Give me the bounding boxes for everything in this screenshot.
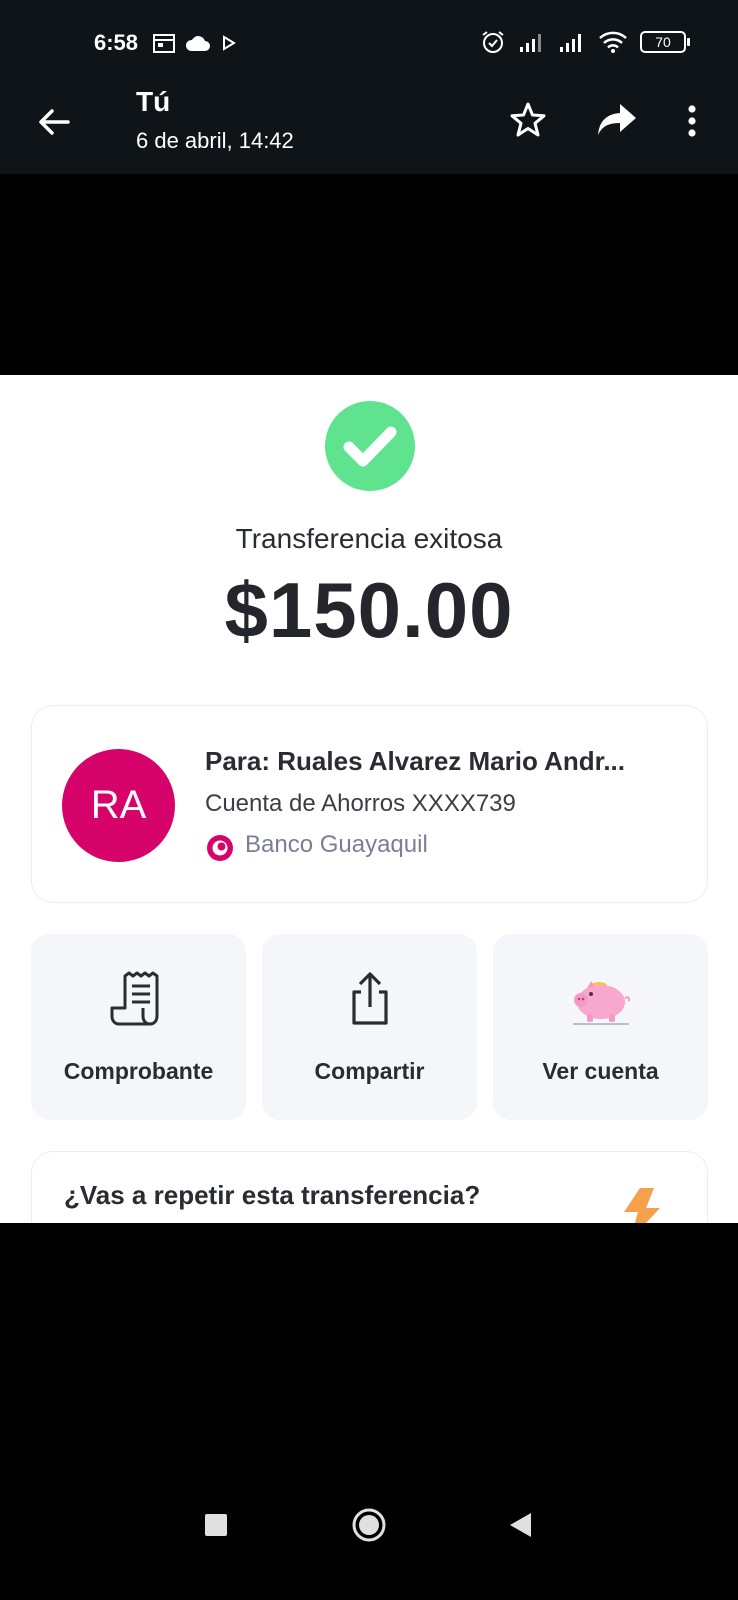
repeat-transfer-prompt: ¿Vas a repetir esta transferencia? bbox=[64, 1180, 481, 1210]
receipt-button-label: Comprobante bbox=[63, 1058, 214, 1084]
avatar: RA bbox=[62, 749, 175, 862]
image-letterbox-top bbox=[0, 174, 738, 375]
battery-icon: 70 bbox=[640, 31, 690, 53]
cloud-icon bbox=[185, 36, 210, 51]
app-bar: Tú 6 de abril, 14:42 bbox=[0, 86, 738, 174]
wifi-icon bbox=[599, 31, 627, 53]
page-subtitle: 6 de abril, 14:42 bbox=[136, 128, 294, 153]
signal-icon bbox=[560, 34, 581, 52]
share-icon[interactable] bbox=[596, 102, 638, 138]
share-upload-icon bbox=[351, 972, 388, 1025]
status-bar: 6:58 70 bbox=[0, 0, 738, 86]
transfer-receipt: Transferencia exitosa $150.00 RA Para: R… bbox=[0, 375, 738, 1223]
piggy-bank-icon bbox=[572, 981, 630, 1025]
page-title: Tú bbox=[136, 86, 171, 117]
recipient-account: Cuenta de Ahorros XXXX739 bbox=[205, 790, 516, 817]
transfer-status: Transferencia exitosa bbox=[235, 523, 503, 554]
bank-logo-icon bbox=[207, 835, 233, 861]
view-account-button-label: Ver cuenta bbox=[542, 1058, 659, 1084]
calendar-icon bbox=[153, 34, 175, 53]
share-button[interactable]: Compartir bbox=[262, 934, 477, 1120]
transfer-amount: $150.00 bbox=[224, 566, 514, 654]
home-circle-icon[interactable] bbox=[351, 1507, 387, 1543]
back-arrow-icon[interactable] bbox=[34, 102, 74, 142]
recents-square-icon[interactable] bbox=[205, 1514, 227, 1536]
system-nav-bar bbox=[0, 1490, 738, 1600]
recipient-card: RA Para: Ruales Alvarez Mario Andr... Cu… bbox=[31, 705, 708, 903]
back-triangle-icon[interactable] bbox=[507, 1510, 533, 1540]
status-icons-left bbox=[153, 31, 237, 55]
share-button-label: Compartir bbox=[314, 1058, 425, 1084]
play-icon bbox=[223, 35, 236, 51]
recipient-bank: Banco Guayaquil bbox=[245, 831, 428, 858]
success-check-icon bbox=[325, 401, 415, 491]
star-icon[interactable] bbox=[508, 100, 548, 140]
receipt-icon bbox=[110, 971, 158, 1026]
signal-icon bbox=[520, 34, 541, 52]
repeat-transfer-card[interactable]: ¿Vas a repetir esta transferencia? bbox=[31, 1151, 708, 1223]
recipient-name: Para: Ruales Alvarez Mario Andr... bbox=[205, 746, 625, 776]
more-vert-icon[interactable] bbox=[682, 102, 702, 142]
view-account-button[interactable]: Ver cuenta bbox=[493, 934, 708, 1120]
lightning-bolt-icon bbox=[624, 1188, 660, 1223]
status-icons-right: 70 bbox=[480, 28, 690, 56]
alarm-icon bbox=[482, 31, 504, 53]
status-time: 6:58 bbox=[94, 30, 139, 55]
receipt-button[interactable]: Comprobante bbox=[31, 934, 246, 1120]
